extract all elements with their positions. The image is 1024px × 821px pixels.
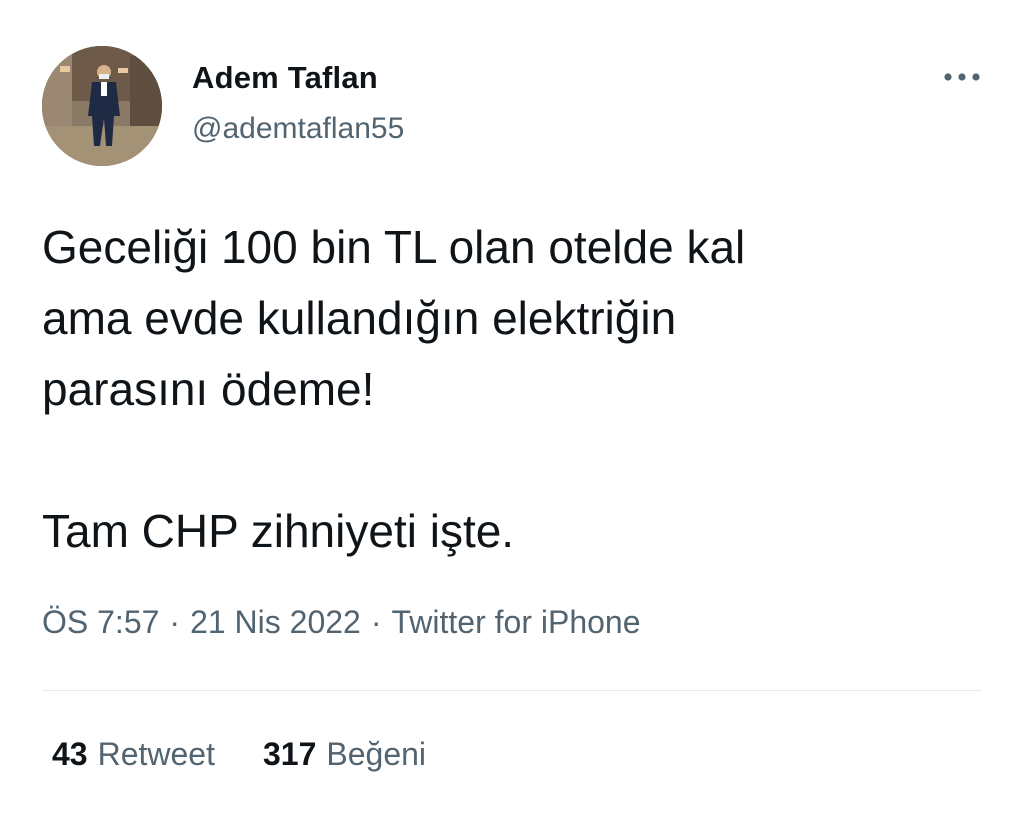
meta-separator: · bbox=[370, 604, 382, 640]
tweet-card: Adem Taflan @ademtaflan55 Geceliği 100 b… bbox=[0, 0, 1024, 821]
more-horizontal-icon bbox=[944, 73, 980, 81]
retweets-label: Retweet bbox=[97, 736, 215, 772]
tweet-text-line: Geceliği 100 bin TL olan otelde kal bbox=[42, 221, 746, 273]
author-name[interactable]: Adem Taflan bbox=[192, 60, 378, 96]
retweets-count: 43 bbox=[52, 736, 88, 772]
tweet-text-line: Tam CHP zihniyeti işte. bbox=[42, 505, 515, 557]
avatar[interactable] bbox=[42, 46, 162, 166]
tweet-date[interactable]: 21 Nis 2022 bbox=[190, 604, 361, 640]
tweet-time[interactable]: ÖS 7:57 bbox=[42, 604, 159, 640]
tweet-meta: ÖS 7:57 · 21 Nis 2022 · Twitter for iPhone bbox=[42, 604, 641, 641]
likes-label: Beğeni bbox=[326, 736, 427, 772]
tweet-text-line: parasını ödeme! bbox=[42, 363, 375, 415]
tweet-source[interactable]: Twitter for iPhone bbox=[392, 604, 641, 640]
author-handle[interactable]: @ademtaflan55 bbox=[192, 112, 404, 146]
retweets-stat[interactable]: 43 Retweet bbox=[52, 736, 215, 773]
likes-stat[interactable]: 317 Beğeni bbox=[263, 736, 426, 773]
divider bbox=[42, 690, 982, 691]
tweet-text-line: ama evde kullandığın elektriğin bbox=[42, 292, 677, 344]
meta-separator: · bbox=[169, 604, 181, 640]
avatar-photo bbox=[42, 46, 162, 166]
likes-count: 317 bbox=[262, 736, 317, 772]
more-options-button[interactable] bbox=[938, 62, 986, 92]
tweet-text: Geceliği 100 bin TL olan otelde kal ama … bbox=[42, 212, 992, 567]
tweet-stats: 43 Retweet 317 Beğeni bbox=[52, 736, 426, 773]
